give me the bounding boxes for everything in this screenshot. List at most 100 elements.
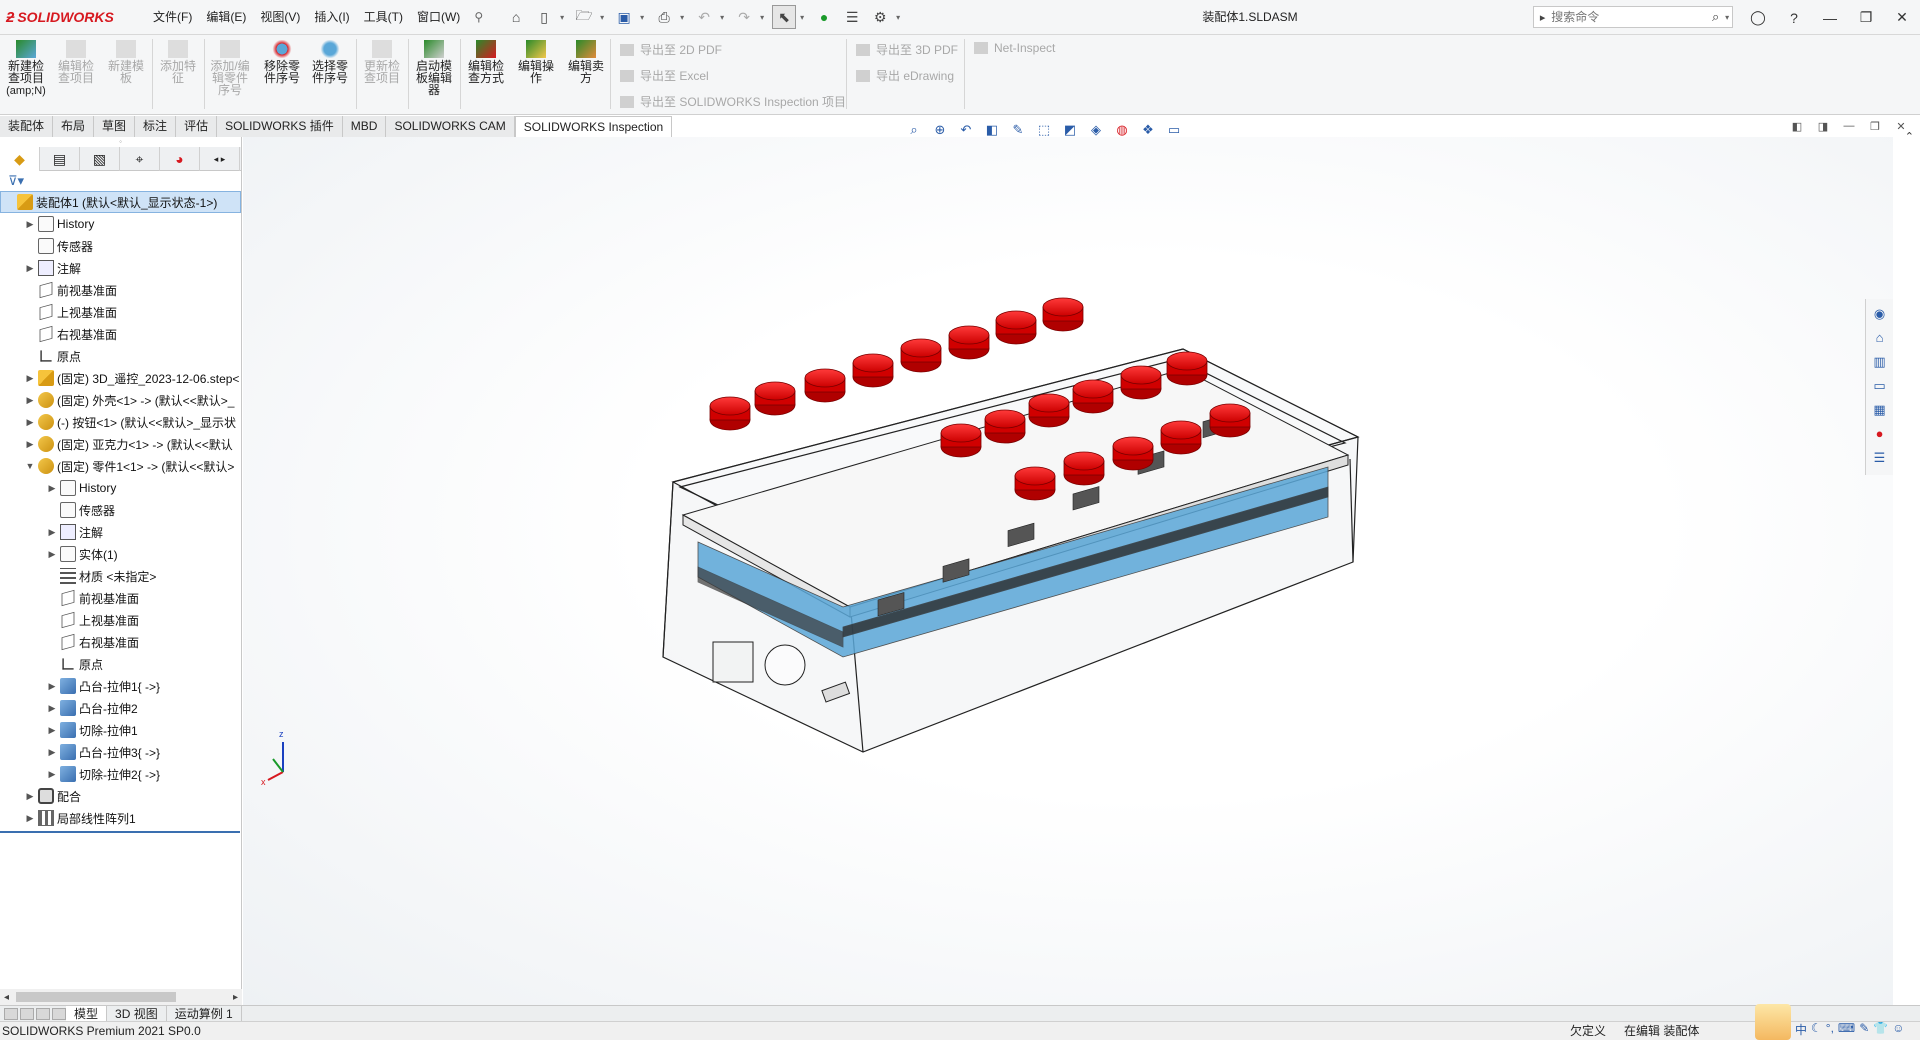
chevron-down-icon[interactable]: ▾ [1725, 13, 1732, 22]
scenes-icon[interactable]: ❖ [1138, 120, 1158, 140]
tab-evaluate[interactable]: 评估 [176, 116, 218, 137]
minimize-icon[interactable]: — [1840, 120, 1858, 138]
expand-arrow-icon[interactable]: ▶ [46, 747, 58, 758]
new-inspection-project-button[interactable]: 新建检查项目 (amp;N) [4, 40, 48, 97]
chevron-down-icon[interactable]: ▾ [760, 13, 768, 22]
display-manager-tab-icon[interactable]: ◕ [160, 147, 200, 171]
tree-node[interactable]: ▶ 局部线性阵列1 [0, 807, 241, 829]
tree-node[interactable]: 右视基准面 [0, 323, 241, 345]
prev-tab-icon[interactable] [20, 1007, 34, 1020]
property-manager-tab-icon[interactable]: ▤ [40, 147, 80, 171]
tree-node[interactable]: ▶ 切除-拉伸1 [0, 719, 241, 741]
redo-icon[interactable]: ↷ [732, 5, 756, 29]
export-excel-button[interactable]: 导出至 Excel [620, 67, 709, 84]
launch-template-editor-button[interactable]: 启动模板编辑器 [412, 40, 456, 96]
tree-node[interactable]: ▶ 凸台-拉伸1{ ->} [0, 675, 241, 697]
punctuation-icon[interactable]: °, [1826, 1021, 1834, 1038]
display-style-icon[interactable]: ◩ [1060, 120, 1080, 140]
chevron-down-icon[interactable]: ▾ [680, 13, 688, 22]
dynamic-annotation-icon[interactable]: ✎ [1008, 120, 1028, 140]
scroll-left-icon[interactable]: ◂ [4, 992, 9, 1003]
configuration-manager-tab-icon[interactable]: ▧ [80, 147, 120, 171]
ime-language[interactable]: 中 [1795, 1021, 1807, 1038]
settings-icon[interactable]: ✎ [1859, 1021, 1869, 1038]
tree-node[interactable]: 材质 <未指定> [0, 565, 241, 587]
select-cursor-icon[interactable]: ⬉ [772, 5, 797, 29]
new-template-button[interactable]: 新建模板 [104, 40, 148, 84]
expand-arrow-icon[interactable]: ▶ [46, 681, 58, 692]
tree-node[interactable]: ▶ 凸台-拉伸3{ ->} [0, 741, 241, 763]
skin-icon[interactable]: 👕 [1873, 1021, 1888, 1038]
help-icon[interactable]: ? [1776, 0, 1812, 35]
expand-arrow-icon[interactable]: ▶ [46, 549, 58, 560]
filter-icon[interactable]: ⊽▾ [0, 171, 241, 191]
tab-inspection[interactable]: SOLIDWORKS Inspection [514, 116, 673, 137]
options-gear-icon[interactable]: ⚙ [868, 5, 892, 29]
first-tab-icon[interactable] [4, 1007, 18, 1020]
tree-node[interactable]: 装配体1 (默认<默认_显示状态-1>) [0, 191, 241, 213]
keyboard-icon[interactable]: ⌨ [1838, 1021, 1855, 1038]
tree-node[interactable]: ▶ (固定) 3D_遥控_2023-12-06.step< [0, 367, 241, 389]
collapse-left-icon[interactable]: ◧ [1788, 120, 1806, 138]
home-icon[interactable]: ⌂ [504, 5, 528, 29]
feature-manager-tab-icon[interactable]: ◆ [0, 147, 40, 171]
solidworks-logo[interactable]: ƻ SOLIDWORKS [6, 9, 136, 26]
scroll-right-icon[interactable]: ▸ [233, 992, 238, 1003]
expand-arrow-icon[interactable]: ▶ [46, 483, 58, 494]
search-box[interactable]: ▸ ⌕ ▾ [1533, 6, 1733, 28]
expand-arrow-icon[interactable]: ▶ [24, 417, 36, 428]
select-balloon-button[interactable]: 选择零件序号 [308, 40, 352, 84]
net-inspect-button[interactable]: Net-Inspect [974, 41, 1055, 55]
chevron-down-icon[interactable]: ▾ [600, 13, 608, 22]
tab-markup[interactable]: 标注 [135, 116, 177, 137]
tab-mbd[interactable]: MBD [342, 116, 387, 137]
menu-file[interactable]: 文件(F) [146, 0, 199, 35]
design-library-icon[interactable]: ▥ [1871, 353, 1889, 371]
file-explorer-icon[interactable]: ▭ [1871, 377, 1889, 395]
tab-3d-views[interactable]: 3D 视图 [107, 1005, 167, 1022]
tree-node[interactable]: ▶ 注解 [0, 257, 241, 279]
restore-icon[interactable]: ❐ [1848, 0, 1884, 35]
expand-arrow-icon[interactable]: ▶ [24, 395, 36, 406]
tree-node[interactable]: 前视基准面 [0, 279, 241, 301]
tree-node[interactable]: ▶ (-) 按钮<1> (默认<<默认>_显示状 [0, 411, 241, 433]
tree-node[interactable]: ▶ 实体(1) [0, 543, 241, 565]
edit-operation-button[interactable]: 编辑操作 [514, 40, 558, 84]
view-settings-icon[interactable]: ▭ [1164, 120, 1184, 140]
chevron-down-icon[interactable]: ▾ [720, 13, 728, 22]
menu-view[interactable]: 视图(V) [253, 0, 307, 35]
traffic-light-icon[interactable]: ● [812, 5, 836, 29]
expand-arrow-icon[interactable]: ▶ [24, 263, 36, 274]
zoom-to-fit-icon[interactable]: ⌕ [904, 120, 924, 140]
tab-addins[interactable]: SOLIDWORKS 插件 [217, 116, 343, 137]
minimize-icon[interactable]: — [1812, 0, 1848, 35]
tree-node[interactable]: 传感器 [0, 499, 241, 521]
export-inspection-project-button[interactable]: 导出至 SOLIDWORKS Inspection 项目 [620, 93, 846, 110]
hide-show-items-icon[interactable]: ◈ [1086, 120, 1106, 140]
new-document-icon[interactable]: ▯ [532, 5, 556, 29]
edit-appearance-icon[interactable]: ◍ [1112, 120, 1132, 140]
tree-node[interactable]: ▶ 切除-拉伸2{ ->} [0, 763, 241, 785]
ime-avatar[interactable] [1755, 1004, 1791, 1040]
tree-node[interactable]: ▶ (固定) 外壳<1> -> (默认<<默认>_ [0, 389, 241, 411]
tree-node[interactable]: ▶ 配合 [0, 785, 241, 807]
tree-node[interactable]: 上视基准面 [0, 301, 241, 323]
tab-sketch[interactable]: 草图 [94, 116, 136, 137]
save-icon[interactable]: ▣ [612, 5, 636, 29]
tree-node[interactable]: ▼ (固定) 零件1<1> -> (默认<<默认> [0, 455, 241, 477]
add-feature-button[interactable]: 添加特征 [156, 40, 200, 84]
tree-node[interactable]: 原点 [0, 345, 241, 367]
file-properties-icon[interactable]: ☰ [840, 5, 864, 29]
tree-node[interactable]: ▶ History [0, 213, 241, 235]
panel-horizontal-scrollbar[interactable]: ◂ ▸ [0, 989, 242, 1005]
edit-inspection-project-button[interactable]: 编辑检查项目 [54, 40, 98, 84]
export-edrawing-button[interactable]: 导出 eDrawing [856, 67, 954, 84]
expand-arrow-icon[interactable]: ▶ [24, 439, 36, 450]
tree-node[interactable]: 传感器 [0, 235, 241, 257]
close-icon[interactable]: ✕ [1884, 0, 1920, 35]
tab-cam[interactable]: SOLIDWORKS CAM [386, 116, 515, 137]
view-orientation-icon[interactable]: ⬚ [1034, 120, 1054, 140]
menu-edit[interactable]: 编辑(E) [199, 0, 253, 35]
tree-node[interactable]: 前视基准面 [0, 587, 241, 609]
tree-node[interactable]: ▶ (固定) 亚克力<1> -> (默认<<默认 [0, 433, 241, 455]
